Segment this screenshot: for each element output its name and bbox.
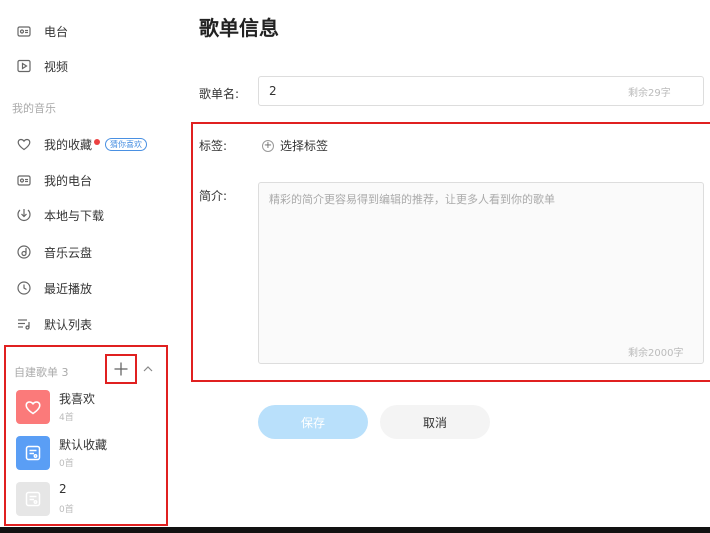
sidebar-item-radio[interactable]: 电台 xyxy=(16,20,68,42)
playlist-cover xyxy=(16,436,50,470)
playlist-name-label: 歌单名: xyxy=(199,87,240,101)
playlist-count: 4首 xyxy=(59,413,74,423)
playlist-icon xyxy=(25,491,41,507)
created-playlists-header: 自建歌单 3 xyxy=(14,366,69,379)
section-label-my-music: 我的音乐 xyxy=(12,102,56,115)
heart-icon xyxy=(25,401,41,415)
description-textarea[interactable]: 精彩的简介更容易得到编辑的推荐，让更多人看到你的歌单 xyxy=(258,182,704,364)
playlist-cover xyxy=(16,482,50,516)
description-label: 简介: xyxy=(199,189,228,203)
plus-icon xyxy=(114,362,128,376)
notification-dot xyxy=(94,139,101,145)
name-remaining-count: 剩余29字 xyxy=(628,88,671,99)
sidebar-item-favorites[interactable]: 我的收藏 猜你喜欢 xyxy=(16,133,148,155)
sidebar: 电台 视频 我的音乐 我的收藏 猜你喜欢 我的电台 本地与下载 音乐云盘 最近播… xyxy=(0,0,172,533)
select-tags-button[interactable]: + 选择标签 xyxy=(262,137,328,154)
playlist-icon xyxy=(25,445,41,461)
playlist-item-default-collection[interactable]: 默认收藏 0首 xyxy=(16,436,166,472)
playlist-name: 默认收藏 xyxy=(59,438,108,452)
sidebar-item-label: 我的电台 xyxy=(44,173,93,188)
playlist-count: 0首 xyxy=(59,459,74,469)
plus-circle-icon: + xyxy=(262,139,274,152)
sidebar-item-my-radio[interactable]: 我的电台 xyxy=(16,169,92,191)
sidebar-item-label: 视频 xyxy=(44,59,69,74)
radio-icon xyxy=(16,172,32,188)
cancel-button[interactable]: 取消 xyxy=(380,405,490,439)
sidebar-item-label: 最近播放 xyxy=(44,281,93,296)
tags-label: 标签: xyxy=(199,139,228,153)
sidebar-item-label: 音乐云盘 xyxy=(44,245,93,260)
created-playlists-panel: 自建歌单 3 我喜欢 4首 默认收藏 0首 2 0首 xyxy=(4,345,168,526)
sidebar-item-label: 默认列表 xyxy=(44,317,93,332)
page-title: 歌单信息 xyxy=(199,16,279,40)
select-tags-label: 选择标签 xyxy=(280,139,329,153)
download-icon xyxy=(16,207,32,223)
sidebar-item-label: 电台 xyxy=(44,24,69,39)
sidebar-item-default-list[interactable]: 默认列表 xyxy=(16,313,92,335)
playlist-cover xyxy=(16,390,50,424)
sidebar-item-label: 我的收藏 xyxy=(44,137,93,152)
playlist-item-2[interactable]: 2 0首 xyxy=(16,482,166,518)
heart-icon xyxy=(16,136,32,152)
clock-icon xyxy=(16,280,32,296)
playlist-item-liked[interactable]: 我喜欢 4首 xyxy=(16,390,166,426)
sidebar-item-label: 本地与下载 xyxy=(44,208,105,223)
sidebar-item-video[interactable]: 视频 xyxy=(16,55,68,77)
list-icon xyxy=(16,316,32,332)
description-remaining-count: 剩余2000字 xyxy=(628,348,684,359)
playlist-name: 2 xyxy=(59,482,67,496)
bottom-edge-bar xyxy=(0,527,710,533)
recommend-badge[interactable]: 猜你喜欢 xyxy=(105,137,148,151)
cloud-disk-icon xyxy=(16,244,32,260)
sidebar-item-local-download[interactable]: 本地与下载 xyxy=(16,204,104,226)
playlist-count: 0首 xyxy=(59,505,74,515)
sidebar-item-cloud-disk[interactable]: 音乐云盘 xyxy=(16,241,92,263)
sidebar-item-recent[interactable]: 最近播放 xyxy=(16,277,92,299)
create-playlist-button[interactable] xyxy=(105,354,137,384)
playlist-name: 我喜欢 xyxy=(59,392,96,406)
radio-icon xyxy=(16,23,32,39)
video-icon xyxy=(16,58,32,74)
save-button[interactable]: 保存 xyxy=(258,405,368,439)
chevron-up-icon[interactable] xyxy=(142,363,154,375)
